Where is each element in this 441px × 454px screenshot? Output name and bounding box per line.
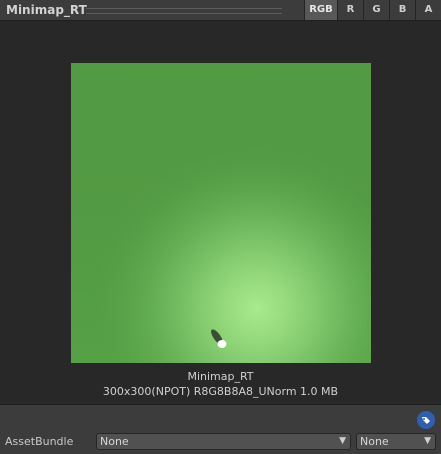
texture-preview	[71, 63, 371, 363]
assetbundle-label: AssetBundle	[5, 435, 74, 448]
texture-preview-window: Minimap_RT RGB R G B A Minimap_RT 300x30…	[0, 0, 441, 454]
channel-g-button[interactable]: G	[363, 0, 389, 20]
channel-rgb-button[interactable]: RGB	[304, 0, 337, 20]
drag-handle[interactable]	[86, 8, 282, 14]
channel-r-button[interactable]: R	[337, 0, 363, 20]
chevron-down-icon: ▼	[339, 436, 346, 446]
asset-footer: AssetBundle None ▼ None ▼	[0, 404, 441, 454]
texture-info: 300x300(NPOT) R8G8B8A8_UNorm 1.0 MB	[102, 385, 339, 398]
channel-toggles: RGB R G B A	[304, 0, 441, 20]
preview-header: Minimap_RT RGB R G B A	[0, 0, 441, 21]
player-marker	[217, 340, 227, 348]
assetbundle-dropdown[interactable]: None ▼	[96, 433, 351, 450]
preview-title: Minimap_RT	[6, 3, 87, 17]
chevron-down-icon: ▼	[424, 436, 431, 446]
minimap-texture-image	[71, 63, 371, 363]
tag-glyph	[422, 417, 430, 424]
channel-a-button[interactable]: A	[415, 0, 441, 20]
assetbundle-value: None	[100, 435, 129, 448]
assetbundle-variant-dropdown[interactable]: None ▼	[356, 433, 436, 450]
channel-b-button[interactable]: B	[389, 0, 415, 20]
assetbundle-variant-value: None	[360, 435, 389, 448]
tag-icon[interactable]	[417, 411, 435, 429]
texture-name: Minimap_RT	[187, 370, 254, 383]
